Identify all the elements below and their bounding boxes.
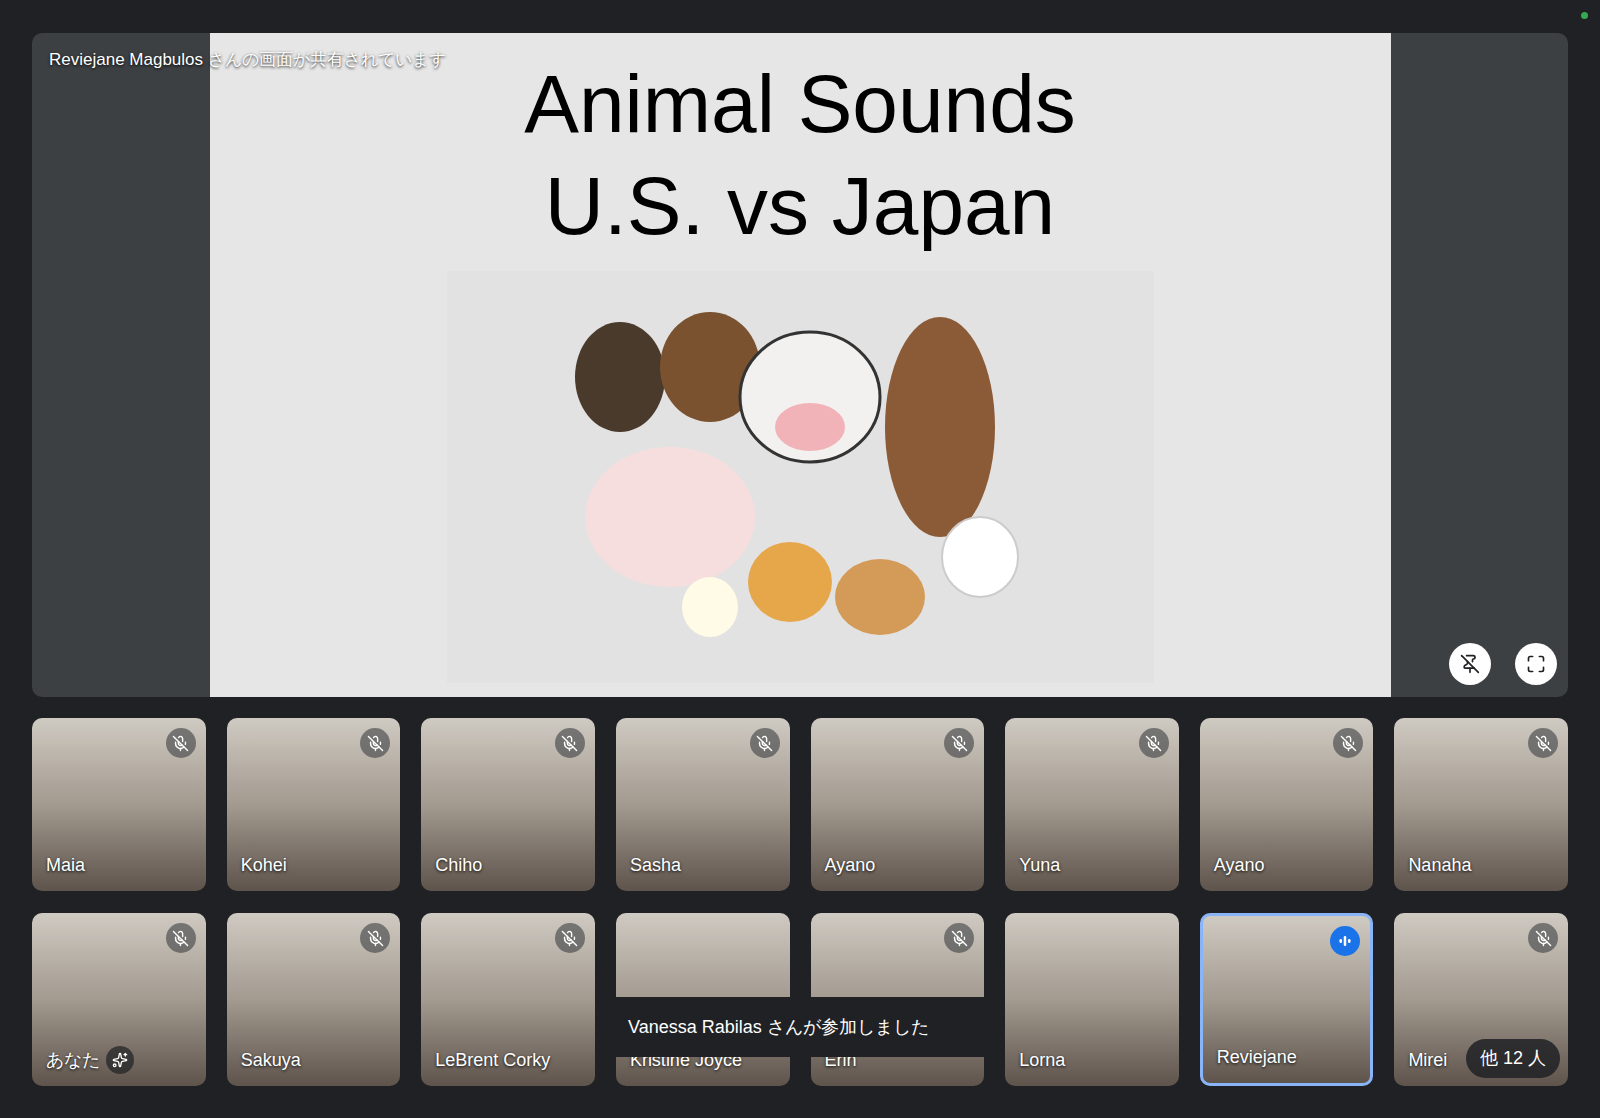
audio-level-icon — [1337, 933, 1353, 949]
mic-off-icon — [360, 728, 390, 758]
participant-tile[interactable]: LeBrent Corky — [421, 913, 595, 1086]
participant-name: Maia — [46, 852, 85, 879]
participant-name: Ayano — [825, 852, 876, 879]
participant-name: Lorna — [1019, 1047, 1065, 1074]
participant-tile[interactable]: Ayano — [1200, 718, 1374, 891]
more-participants-badge[interactable]: 他 12 人 — [1466, 1039, 1560, 1078]
presentation-stage: Animal SoundsU.S. vs JapanReviejane Magb… — [32, 33, 1568, 697]
participant-name: あなた — [46, 1047, 100, 1074]
slide-title: Animal Sounds — [524, 53, 1076, 155]
participant-tile[interactable]: Sakuya — [227, 913, 401, 1086]
mic-off-icon — [360, 923, 390, 953]
mic-off-icon — [166, 923, 196, 953]
participant-tile[interactable]: Yuna — [1005, 718, 1179, 891]
participant-name: Yuna — [1019, 852, 1060, 879]
mic-off-icon — [1333, 728, 1363, 758]
participant-name: Kohei — [241, 852, 287, 879]
participant-name: LeBrent Corky — [435, 1047, 550, 1074]
participant-name: Chiho — [435, 852, 482, 879]
participant-grid: Maia Kohei Chiho Sasha Ayano Yuna Ayano Nanaha あ… — [32, 718, 1568, 1086]
animals-icon — [560, 307, 1040, 647]
animals-illustration — [447, 271, 1154, 683]
participant-tile[interactable]: Sasha — [616, 718, 790, 891]
mic-off-icon — [166, 728, 196, 758]
join-toast: Vanessa Rabilas さんが参加しました — [608, 997, 992, 1057]
participant-tile[interactable]: Ayano — [811, 718, 985, 891]
mic-off-icon — [555, 923, 585, 953]
mic-off-icon — [555, 728, 585, 758]
participant-name: Nanaha — [1408, 852, 1471, 879]
slide: Animal SoundsU.S. vs Japan — [210, 33, 1391, 697]
unpin-button[interactable] — [1449, 643, 1491, 685]
participant-name: Sasha — [630, 852, 681, 879]
participant-tile[interactable]: Lorna — [1005, 913, 1179, 1086]
mic-off-icon — [1528, 728, 1558, 758]
participant-tile[interactable]: あなた — [32, 913, 206, 1086]
participant-name: Sakuya — [241, 1047, 301, 1074]
participant-tile[interactable]: Chiho — [421, 718, 595, 891]
mic-off-icon — [1528, 923, 1558, 953]
sparkle-icon[interactable] — [106, 1046, 134, 1074]
meet-window: Animal SoundsU.S. vs JapanReviejane Magb… — [0, 0, 1600, 1118]
speaking-indicator — [1330, 926, 1360, 956]
participant-name: Reviejane — [1217, 1044, 1297, 1071]
participant-tile[interactable]: Kohei — [227, 718, 401, 891]
mic-off-icon — [750, 728, 780, 758]
mic-off-icon — [944, 728, 974, 758]
participant-name: Mirei — [1408, 1047, 1447, 1074]
participant-tile[interactable]: Mirei 他 12 人 — [1394, 913, 1568, 1086]
participant-tile[interactable]: Maia — [32, 718, 206, 891]
participant-tile[interactable]: Nanaha — [1394, 718, 1568, 891]
connection-dot — [1581, 12, 1588, 19]
slide-title: U.S. vs Japan — [545, 155, 1055, 257]
participant-name: Ayano — [1214, 852, 1265, 879]
participant-tile[interactable]: Reviejane — [1200, 913, 1374, 1086]
mic-off-icon — [944, 923, 974, 953]
fullscreen-button[interactable] — [1515, 643, 1557, 685]
presenter-banner: Reviejane Magbulos さんの画面が共有されています — [49, 47, 446, 73]
mic-off-icon — [1139, 728, 1169, 758]
